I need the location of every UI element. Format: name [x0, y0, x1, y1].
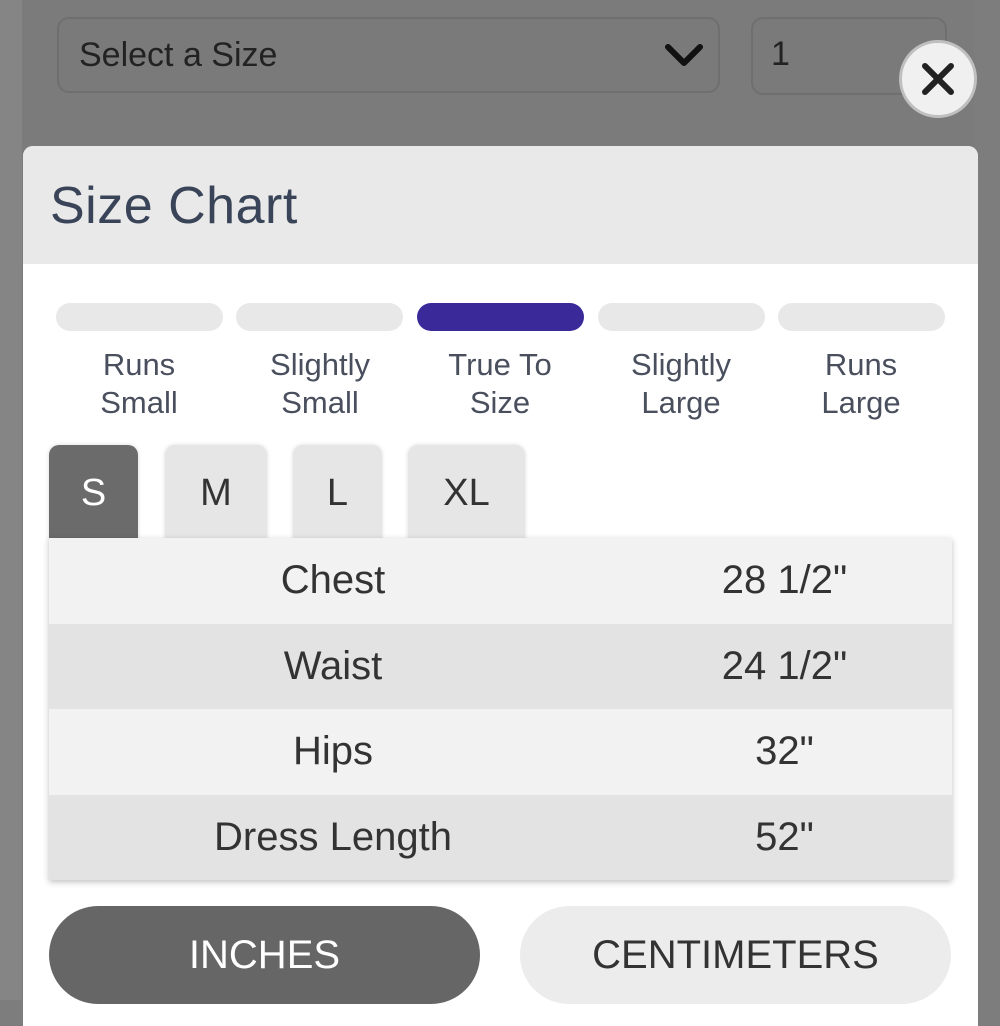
- size-chart-modal: Size Chart Runs Small Slightly Small True …: [23, 146, 978, 1026]
- measurement-label: Dress Length: [214, 814, 452, 859]
- table-row: Dress Length 52": [49, 794, 952, 880]
- modal-title: Size Chart: [50, 177, 298, 235]
- page-edge: [0, 0, 22, 1000]
- size-select[interactable]: Select a Size: [57, 17, 720, 93]
- measurement-label: Chest: [280, 558, 386, 603]
- fit-bar-slightly-small: [236, 303, 403, 331]
- fit-bar-true-to-size: [417, 303, 584, 331]
- measurement-value: 24 1/2": [721, 643, 848, 688]
- size-select-label: Select a Size: [79, 35, 278, 74]
- fit-label-slightly-small: Slightly Small: [270, 347, 370, 420]
- inches-button[interactable]: INCHES: [49, 906, 480, 1004]
- chevron-down-icon: [665, 44, 703, 66]
- fit-label-slightly-large: Slightly Large: [631, 347, 731, 420]
- size-tab-s[interactable]: S: [49, 445, 138, 541]
- size-tab-l[interactable]: L: [293, 445, 382, 541]
- measurement-label: Waist: [283, 643, 383, 688]
- measurement-value: 28 1/2": [721, 558, 848, 603]
- measurement-value: 32": [755, 729, 814, 774]
- modal-header: Size Chart: [23, 146, 978, 264]
- table-row: Chest 28 1/2": [49, 538, 952, 624]
- measurement-value: 52": [755, 814, 814, 859]
- close-icon: [922, 63, 954, 95]
- fit-label-runs-large: Runs Large: [821, 347, 901, 420]
- measurement-label: Hips: [292, 729, 374, 774]
- table-row: Hips 32": [49, 709, 952, 795]
- fit-bar-runs-small: [56, 303, 223, 331]
- fit-label-runs-small: Runs Small: [100, 347, 178, 420]
- fit-bar-slightly-large: [598, 303, 765, 331]
- close-button[interactable]: [899, 40, 977, 118]
- size-tab-m[interactable]: M: [165, 445, 267, 541]
- fit-bar-runs-large: [778, 303, 945, 331]
- fit-scale: [56, 303, 946, 331]
- quantity-value: 1: [771, 35, 790, 73]
- fit-label-true-to-size: True To Size: [448, 347, 552, 420]
- table-row: Waist 24 1/2": [49, 623, 952, 709]
- measurement-table: Chest 28 1/2" Waist 24 1/2" Hips 32" Dre…: [49, 538, 952, 880]
- size-tab-xl[interactable]: XL: [408, 445, 525, 541]
- centimeters-button[interactable]: CENTIMETERS: [520, 906, 951, 1004]
